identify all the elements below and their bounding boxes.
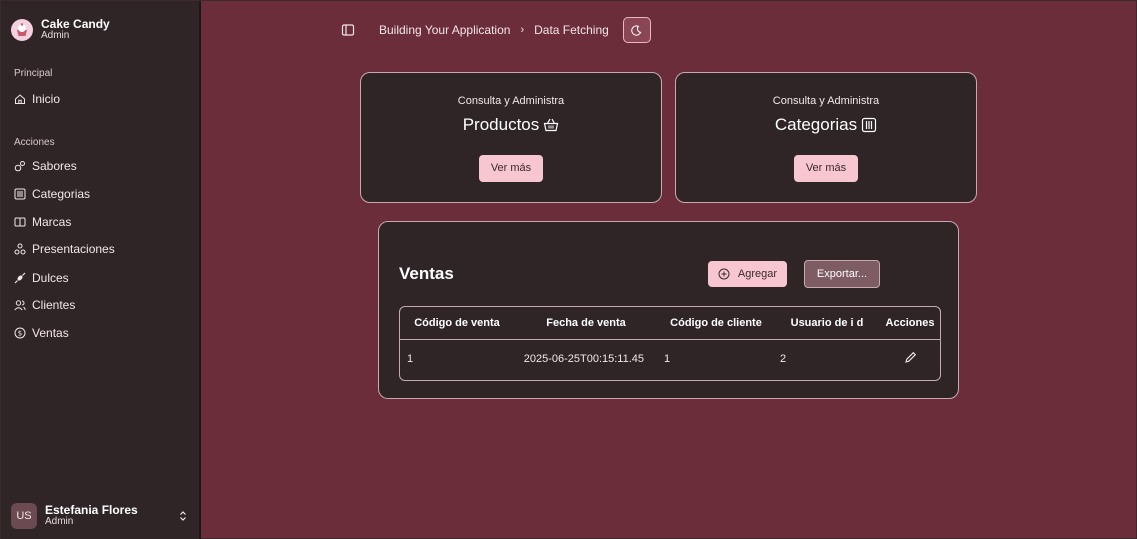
ventas-table: Código de venta Fecha de venta Código de… [399,306,941,381]
svg-text:$: $ [18,330,22,338]
column-header: Código de venta [400,307,514,340]
brands-icon [14,216,26,228]
breadcrumb-current: Data Fetching [534,23,609,37]
users-icon [14,299,26,311]
column-header: Acciones [880,307,940,340]
user-name: Estefania Flores [45,503,138,517]
sidebar-item-label: Dulces [32,271,69,285]
productos-card: Consulta y Administra Productos Ver más [360,72,662,203]
sidebar-item-clientes[interactable]: Clientes [14,296,189,314]
table-row: 1 2025-06-25T00:15:11.45 1 2 [400,339,940,379]
table-cell-actions [880,339,940,379]
section-label-acciones: Acciones [14,137,55,148]
chevrons-up-down-icon [180,511,186,521]
breadcrumb-item[interactable]: Building Your Application [379,23,510,37]
ventas-title: Ventas [399,264,454,283]
agregar-button[interactable]: Agregar [708,261,787,287]
theme-toggle-button[interactable] [622,17,651,43]
table-cell: 1 [407,353,414,366]
shapes-icon [14,243,26,255]
sidebar-item-dulces[interactable]: Dulces [14,269,189,287]
sidebar-item-presentaciones[interactable]: Presentaciones [14,240,189,258]
card-title: Categorias [774,115,858,134]
sidebar-toggle-icon[interactable] [341,23,355,37]
column-header: Código de cliente [658,307,774,340]
column-header: Fecha de venta [514,307,658,340]
sidebar-item-marcas[interactable]: Marcas [14,213,189,231]
home-icon [14,93,26,105]
columns-icon [14,188,26,200]
dollar-icon: $ [14,327,26,339]
pencil-icon[interactable] [904,351,917,364]
section-label-principal: Principal [14,68,53,79]
brand[interactable]: Cake Candy Admin [11,15,191,45]
app-window: Cake Candy Admin Principal Inicio Accion… [0,0,1137,539]
sidebar-item-label: Inicio [32,92,61,106]
card-subtitle: Consulta y Administra [772,95,880,107]
sidebar-item-categorias[interactable]: Categorias [14,185,189,203]
sidebar-item-label: Categorias [32,187,91,201]
ventas-card: Ventas Agregar Exportar... Código de ven… [378,221,959,399]
columns-icon [862,117,877,133]
sidebar-item-sabores[interactable]: Sabores [14,157,189,175]
sidebar: Cake Candy Admin Principal Inicio Accion… [1,1,201,539]
card-subtitle: Consulta y Administra [457,95,565,107]
breadcrumb-separator: › [520,24,525,36]
plus-circle-icon [718,268,730,280]
brand-name: Cake Candy [41,17,110,31]
exportar-button[interactable]: Exportar... [804,260,880,288]
basket-icon [544,118,559,132]
user-menu[interactable]: US Estefania Flores Admin [11,501,191,531]
sidebar-item-label: Clientes [32,298,76,312]
agregar-label: Agregar [737,268,778,280]
flavors-icon [14,160,26,172]
table-cell: 1 [664,353,671,366]
sidebar-item-ventas[interactable]: $ Ventas [14,324,189,342]
topbar: Building Your Application › Data Fetchin… [341,17,651,43]
candy-icon [14,272,26,284]
ver-mas-button[interactable]: Ver más [479,155,543,182]
card-title: Productos [462,115,540,134]
sidebar-item-label: Ventas [32,326,69,340]
column-header: Usuario de i d [774,307,880,340]
sidebar-item-label: Presentaciones [32,242,115,256]
brand-role: Admin [41,30,70,41]
sidebar-item-inicio[interactable]: Inicio [14,90,189,108]
sidebar-item-label: Marcas [32,215,72,229]
table-header-row: Código de venta Fecha de venta Código de… [400,307,940,340]
ver-mas-button[interactable]: Ver más [794,155,858,182]
cupcake-icon [11,19,33,41]
moon-icon [631,24,642,36]
categorias-card: Consulta y Administra Categorias Ver más [675,72,977,203]
avatar: US [11,503,37,529]
sidebar-item-label: Sabores [32,159,77,173]
user-role: Admin [45,516,74,527]
table-cell: 2025-06-25T00:15:11.45 [523,353,644,366]
table-cell: 2 [780,353,787,366]
